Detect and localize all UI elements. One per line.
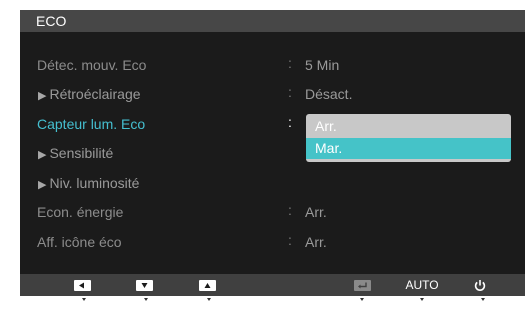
menu-row-niv-luminosite[interactable]: ▶ Niv. luminosité [20,169,525,197]
menu-row-label: ▶ Sensibilité [38,139,113,169]
menu-row-label: Capteur lum. Eco [37,116,146,132]
dropdown-option-arr[interactable]: Arr. [306,116,511,137]
power-button[interactable] [473,277,487,293]
button-marker [144,298,148,301]
button-guide-bar: AUTO [20,274,525,296]
separator: : [288,55,292,71]
menu-title: ECO [36,13,67,29]
menu-row-retroeclairage[interactable]: ▶ Rétroéclairage : Désact. [20,80,525,108]
button-marker [360,298,364,301]
menu-row-value: 5 Min [305,57,340,73]
down-arrow-key-icon [136,279,153,291]
down-button[interactable] [136,277,153,293]
menu-row-label-text: Rétroéclairage [49,86,141,102]
submenu-triangle-icon: ▶ [38,179,47,191]
up-arrow-key-icon [199,279,216,291]
power-icon [474,279,486,291]
menu-row-value: Arr. [305,234,327,250]
submenu-triangle-icon: ▶ [38,149,47,161]
submenu-triangle-icon: ▶ [38,90,47,102]
separator: : [288,232,292,248]
button-marker [82,298,86,301]
button-marker [420,298,424,301]
menu-row-detec-mouv-eco[interactable]: Détec. mouv. Eco : 5 Min [20,51,525,79]
menu-row-label: ▶ Rétroéclairage [38,80,141,110]
menu-row-label-text: Niv. luminosité [49,175,140,191]
osd-menu: ECO Détec. mouv. Eco : 5 Min ▶ Rétroéclai… [20,10,525,296]
button-marker [207,298,211,301]
separator: : [288,114,292,130]
menu-row-label: Détec. mouv. Eco [37,57,147,73]
menu-row-label: Aff. icône éco [37,234,122,250]
menu-row-label-text: Sensibilité [49,145,114,161]
enter-button[interactable] [354,277,371,293]
enter-key-icon [354,279,371,291]
auto-button[interactable]: AUTO [405,277,439,293]
left-button[interactable] [74,277,91,293]
button-marker [481,298,485,301]
menu-row-value: Arr. [305,204,327,220]
separator: : [288,202,292,218]
menu-row-aff-icone-eco[interactable]: Aff. icône éco : Arr. [20,228,525,256]
dropdown-option-mar[interactable]: Mar. [306,138,511,159]
left-arrow-key-icon [74,279,91,291]
separator: : [288,84,292,100]
menu-row-label: Econ. énergie [37,204,124,220]
menu-row-econ-energie[interactable]: Econ. énergie : Arr. [20,198,525,226]
auto-label: AUTO [405,278,439,292]
title-bar: ECO [20,10,525,32]
up-button[interactable] [199,277,216,293]
menu-row-label: ▶ Niv. luminosité [38,169,139,199]
capteur-dropdown[interactable]: Arr. Mar. [306,114,511,162]
menu-row-value: Désact. [305,86,353,102]
